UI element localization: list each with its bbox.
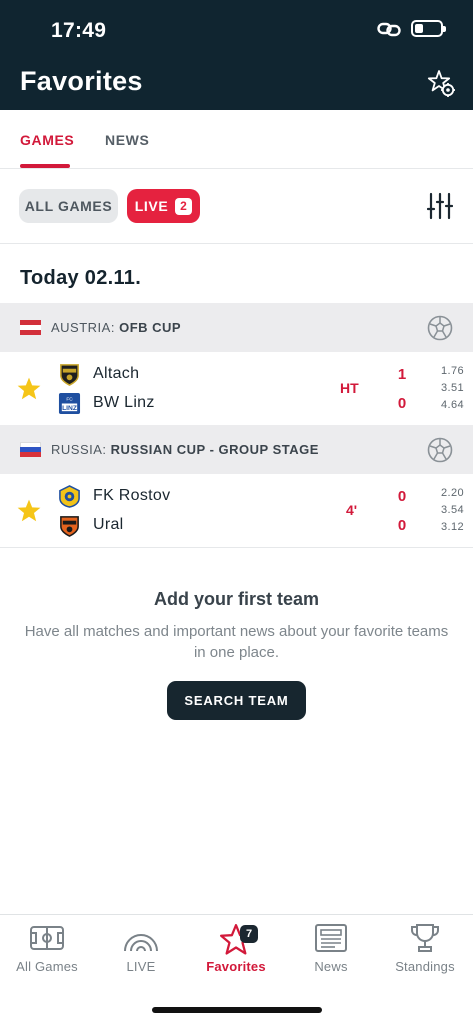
favorite-star-icon[interactable] <box>16 498 42 524</box>
altach-logo-icon <box>60 363 79 386</box>
nav-news[interactable]: News <box>284 923 378 974</box>
filter-bar: ALL GAMES LIVE 2 <box>0 169 473 244</box>
away-score: 0 <box>397 517 407 534</box>
svg-text:LINZ: LINZ <box>62 405 77 412</box>
odds-away: 3.12 <box>440 521 464 533</box>
odds-away: 4.64 <box>440 399 464 411</box>
home-score: 0 <box>397 488 407 505</box>
status-icons <box>377 20 446 37</box>
date-heading: Today 02.11. <box>20 267 142 289</box>
newspaper-icon <box>315 924 347 952</box>
page-title: Favorites <box>20 66 143 96</box>
nav-label: All Games <box>16 959 78 974</box>
live-count-badge: 2 <box>175 197 193 215</box>
home-team-name: FK Rostov <box>93 487 171 504</box>
league-header[interactable]: AUSTRIA: OFB CUP <box>0 303 473 352</box>
nav-live[interactable]: LIVE <box>94 923 188 974</box>
league-country: AUSTRIA: <box>51 320 115 335</box>
league-country: RUSSIA: <box>51 442 107 457</box>
link-icon <box>377 22 401 36</box>
live-signal-icon <box>124 934 158 952</box>
favorite-star-icon[interactable] <box>16 376 42 402</box>
match-status: 4' <box>346 502 358 518</box>
league-name: OFB CUP <box>119 320 182 335</box>
away-team-name: Ural <box>93 516 124 533</box>
odds-draw: 3.51 <box>440 382 464 394</box>
app-header: 17:49 Favorites <box>0 0 473 110</box>
russia-flag-icon <box>20 442 41 457</box>
league-name: RUSSIAN CUP - GROUP STAGE <box>110 442 319 457</box>
favorite-settings-icon[interactable] <box>427 69 455 97</box>
austria-flag-icon <box>20 320 41 335</box>
content-tabs: GAMES NEWS <box>0 110 473 169</box>
fk-rostov-logo-icon <box>59 484 80 508</box>
league-header[interactable]: RUSSIA: RUSSIAN CUP - GROUP STAGE <box>0 425 473 474</box>
live-filter-label: LIVE <box>134 198 169 214</box>
svg-text:FC: FC <box>66 396 73 402</box>
live-filter-button[interactable]: LIVE 2 <box>127 189 200 223</box>
tab-news[interactable]: NEWS <box>105 132 149 148</box>
search-team-button[interactable]: SEARCH TEAM <box>167 681 306 720</box>
nav-all-games[interactable]: All Games <box>0 923 94 974</box>
odds-home: 2.20 <box>440 487 464 499</box>
status-time: 17:49 <box>51 19 107 42</box>
active-tab-indicator <box>20 164 70 168</box>
bw-linz-logo-icon: LINZ FC <box>58 392 81 414</box>
odds-home: 1.76 <box>440 365 464 377</box>
all-games-filter-button[interactable]: ALL GAMES <box>19 189 118 223</box>
away-score: 0 <box>397 395 407 412</box>
trophy-icon <box>411 924 439 952</box>
soccer-ball-icon <box>427 437 453 462</box>
battery-icon <box>411 20 446 37</box>
nav-label: LIVE <box>126 959 156 974</box>
match-row[interactable]: FK Rostov Ural 4' 0 0 2.20 3.54 3.12 <box>0 474 473 548</box>
empty-state-title: Add your first team <box>153 589 320 609</box>
odds-draw: 3.54 <box>440 504 464 516</box>
soccer-ball-icon <box>427 315 453 340</box>
nav-label: Favorites <box>206 959 266 974</box>
away-team: Ural <box>58 512 124 538</box>
league-title: RUSSIA: RUSSIAN CUP - GROUP STAGE <box>51 442 319 457</box>
home-indicator <box>152 1007 322 1013</box>
match-status: HT <box>340 380 359 396</box>
favorites-count-badge: 7 <box>240 925 258 943</box>
away-team-name: BW Linz <box>93 394 155 411</box>
nav-standings[interactable]: Standings <box>378 923 472 974</box>
nav-label: News <box>314 959 348 974</box>
league-title: AUSTRIA: OFB CUP <box>51 320 181 335</box>
match-row[interactable]: Altach LINZ FC BW Linz HT 1 0 1.76 3.51 … <box>0 352 473 426</box>
home-team: FK Rostov <box>58 483 170 509</box>
away-team: LINZ FC BW Linz <box>58 390 155 416</box>
home-team-name: Altach <box>93 365 140 382</box>
nav-label: Standings <box>395 959 455 974</box>
nav-favorites[interactable]: 7 Favorites <box>189 923 283 974</box>
tab-games[interactable]: GAMES <box>20 132 74 148</box>
ural-logo-icon <box>60 515 79 537</box>
pitch-icon <box>30 926 64 950</box>
empty-state-description: Have all matches and important news abou… <box>24 623 449 661</box>
sliders-icon[interactable] <box>427 192 453 220</box>
home-team: Altach <box>58 361 139 387</box>
home-score: 1 <box>397 366 407 383</box>
